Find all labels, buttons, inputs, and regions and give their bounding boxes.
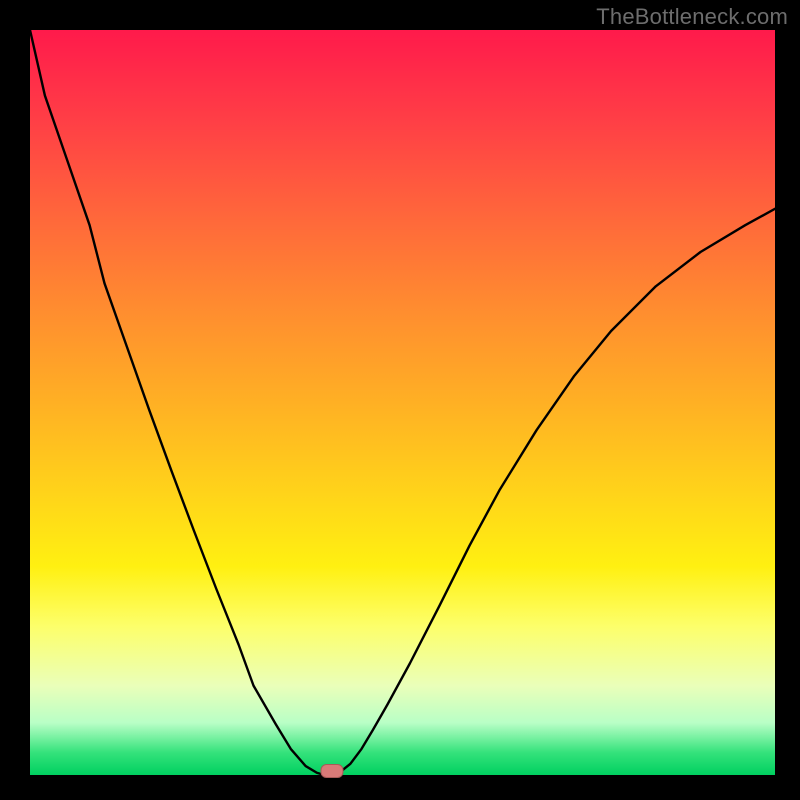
watermark-label: TheBottleneck.com [596, 4, 788, 30]
chart-container: TheBottleneck.com [0, 0, 800, 800]
curve-svg [30, 30, 775, 775]
plot-area [30, 30, 775, 775]
bottleneck-curve [30, 30, 775, 775]
optimal-point-marker [320, 764, 343, 778]
